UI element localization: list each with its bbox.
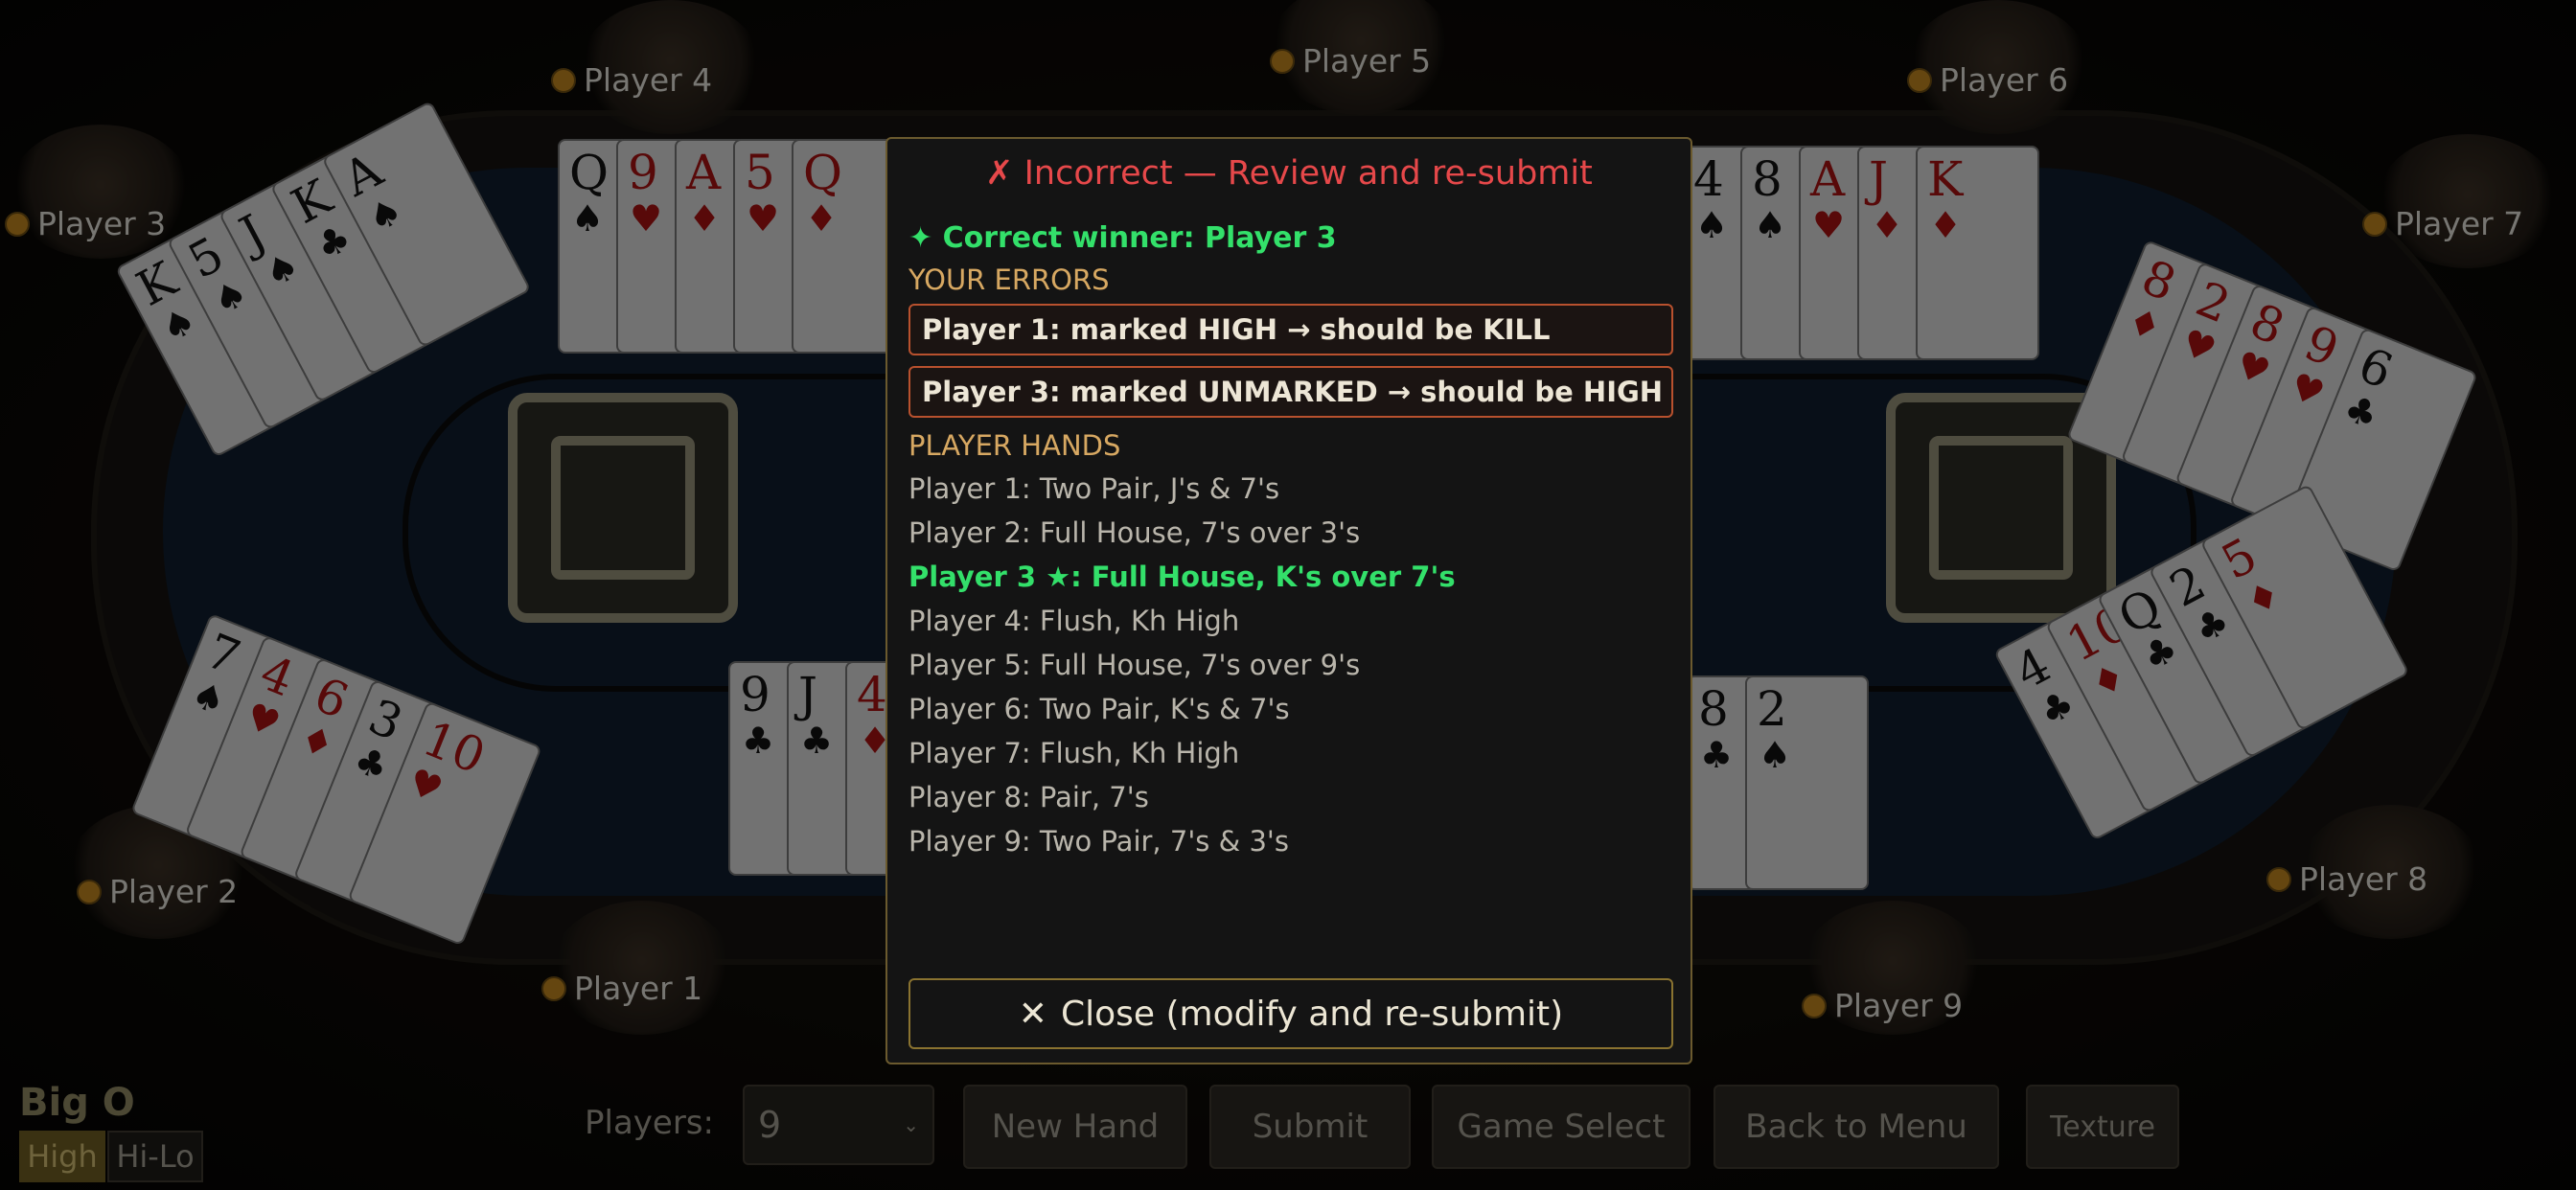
close-button-label: Close (modify and re-submit) xyxy=(1060,994,1564,1034)
hand-line: Player 4: Flush, Kh High xyxy=(908,605,1240,637)
hand-line: Player 5: Full House, 7's over 9's xyxy=(908,649,1361,681)
hand-line: Player 8: Pair, 7's xyxy=(908,781,1149,813)
error-item: Player 3: marked UNMARKED → should be HI… xyxy=(908,366,1673,418)
hand-line: Player 6: Two Pair, K's & 7's xyxy=(908,693,1290,725)
hand-line: Player 1: Two Pair, J's & 7's xyxy=(908,472,1280,505)
errors-heading: YOUR ERRORS xyxy=(908,263,1110,296)
hand-line: Player 9: Two Pair, 7's & 3's xyxy=(908,825,1289,858)
close-icon: ✕ xyxy=(1018,994,1047,1034)
hands-heading: PLAYER HANDS xyxy=(908,429,1121,462)
close-modal-button[interactable]: ✕ Close (modify and re-submit) xyxy=(908,978,1673,1049)
hand-line-winner: Player 3 ★: Full House, K's over 7's xyxy=(908,561,1456,593)
hand-line: Player 2: Full House, 7's over 3's xyxy=(908,516,1361,549)
modal-title: ✗ Incorrect — Review and re-submit xyxy=(985,154,1593,193)
error-item: Player 1: marked HIGH → should be KILL xyxy=(908,304,1673,355)
hand-line: Player 7: Flush, Kh High xyxy=(908,737,1240,769)
correct-winner-text: ✦ Correct winner: Player 3 xyxy=(908,221,1337,255)
result-modal: ✗ Incorrect — Review and re-submit ✦ Cor… xyxy=(886,137,1692,1064)
